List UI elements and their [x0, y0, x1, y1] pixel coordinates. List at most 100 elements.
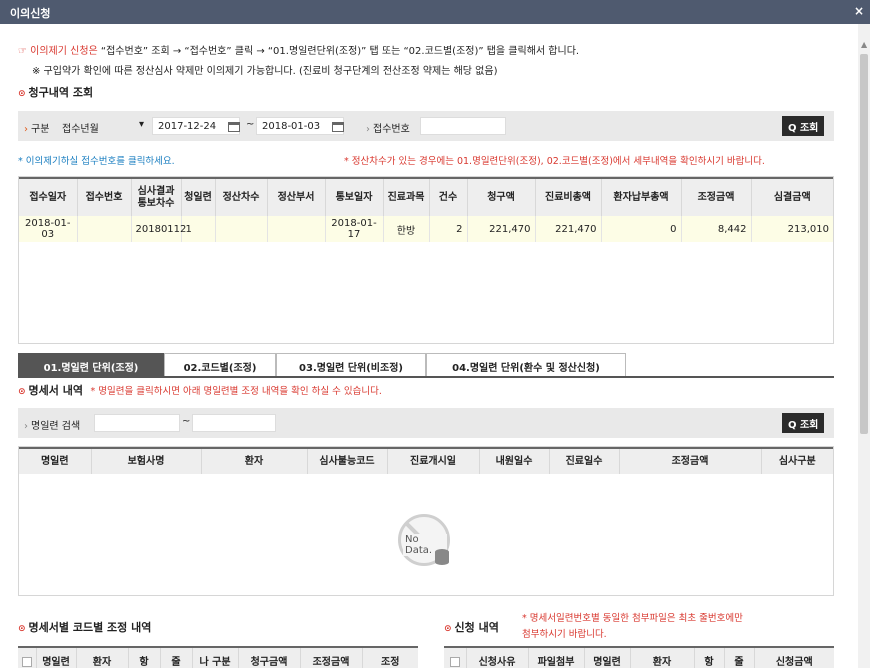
chevron-down-icon: ▾: [138, 119, 144, 130]
col-header[interactable]: 심사불능코드: [307, 447, 388, 474]
window-titlebar: 이의신청 ×: [0, 0, 870, 24]
claim-header-row: 접수일자 접수번호 심사결과 통보차수 청일련 정산차수 정산부서 통보일자 진…: [19, 177, 833, 216]
col-header[interactable]: 심결금액: [751, 177, 833, 216]
col-header[interactable]: 조정금액: [300, 646, 363, 668]
cell-receipt-date[interactable]: 2018-01-03: [19, 216, 78, 242]
date-from-input[interactable]: 2017-12-24: [152, 117, 240, 135]
col-header[interactable]: 건수: [429, 177, 468, 216]
col-header[interactable]: 접수일자: [19, 177, 78, 216]
vertical-scrollbar[interactable]: ▲: [858, 24, 870, 668]
tab-statement-refund[interactable]: 04.명일련 단위(환수 및 정산신청): [426, 353, 626, 376]
receipt-label: › 접수번호: [366, 124, 410, 135]
claim-search-bar: › 구분 접수년월 ▾ 2017-12-24 ~ 2018-01-03 › 접수번호…: [18, 111, 834, 141]
calendar-icon[interactable]: [332, 122, 344, 132]
serial-from-input[interactable]: [94, 414, 180, 432]
col-header[interactable]: 진료일수: [549, 447, 620, 474]
cell-patient-paid: 0: [601, 216, 682, 242]
receipt-number-input[interactable]: [420, 117, 506, 135]
serial-range-tilde: ~: [182, 416, 191, 427]
col-header[interactable]: 명일련: [584, 646, 631, 668]
apply-table: 신청사유 파일첨부 명일련 환자 항 줄 신청금액: [444, 646, 834, 668]
claim-search-button[interactable]: Q 조회: [782, 116, 825, 136]
type-label: › 구분: [24, 124, 50, 135]
select-all-checkbox[interactable]: [18, 646, 37, 668]
close-icon[interactable]: ×: [854, 4, 864, 18]
col-header[interactable]: 환자: [76, 646, 129, 668]
apply-section-label: 신청 내역: [454, 621, 499, 634]
col-header[interactable]: 신청사유: [466, 646, 529, 668]
notice-line: ☞ 이의제기 신청은 “접수번호” 조회 → “접수번호” 클릭 → “01.명…: [18, 42, 579, 57]
code-adjust-table: 명일련 환자 항 줄 나 구분 청구금액 조정금액 조정: [18, 646, 418, 668]
statement-search-bar: › 명일련 검색 ~ Q 조회: [18, 408, 834, 438]
tab-code-adjusted[interactable]: 02.코드별(조정): [164, 353, 276, 376]
type-select[interactable]: 접수년월 ▾: [58, 117, 148, 135]
col-header[interactable]: 나 구분: [192, 646, 239, 668]
col-header[interactable]: 환자납부총액: [601, 177, 682, 216]
apply-header-row: 신청사유 파일첨부 명일련 환자 항 줄 신청금액: [444, 646, 834, 668]
col-header[interactable]: 환자: [201, 447, 308, 474]
col-header[interactable]: 명일련: [19, 447, 92, 474]
info-click-receipt: * 이의제기하실 접수번호를 클릭하세요.: [18, 156, 175, 167]
cell-total-cost: 221,470: [535, 216, 602, 242]
col-header[interactable]: 명일련: [36, 646, 77, 668]
col-header[interactable]: 청일련: [181, 177, 216, 216]
cell-claim-amount: 221,470: [467, 216, 536, 242]
col-header[interactable]: 보험사명: [91, 447, 202, 474]
col-header[interactable]: 조정금액: [681, 177, 752, 216]
cell-receipt-no[interactable]: [77, 216, 132, 242]
date-to-input[interactable]: 2018-01-03: [256, 117, 344, 135]
col-header[interactable]: 항: [128, 646, 161, 668]
apply-note-line1: * 명세서일련번호별 동일한 첨부파일은 최초 줄번호에만: [522, 613, 743, 624]
cell-notice-date: 2018-01-17: [325, 216, 384, 242]
col-header[interactable]: 정산부서: [267, 177, 326, 216]
scroll-up-icon[interactable]: ▲: [861, 40, 867, 49]
col-header[interactable]: 항: [694, 646, 725, 668]
col-header[interactable]: 접수번호: [77, 177, 132, 216]
statement-grid: 명일련 보험사명 환자 심사불능코드 진료개시일 내원일수 진료일수 조정금액 …: [19, 447, 833, 474]
col-header[interactable]: 정산차수: [215, 177, 268, 216]
serial-search-label: › 명일련 검색: [24, 421, 81, 432]
statement-section-title: ⊙ 명세서 내역 * 명일련을 클릭하시면 아래 명일련별 조정 내역을 확인 하…: [18, 382, 382, 398]
notice-text: “접수번호” 조회 → “접수번호” 클릭 → “01.명일련단위(조정)” 탭…: [97, 46, 580, 57]
tab-statement-adjusted[interactable]: 01.명일련 단위(조정): [18, 353, 164, 376]
cell-decision-amount: 213,010: [751, 216, 833, 242]
select-all-checkbox[interactable]: [444, 646, 467, 668]
col-header[interactable]: 환자: [630, 646, 695, 668]
col-header[interactable]: 진료과목: [383, 177, 430, 216]
type-select-value: 접수년월: [62, 124, 99, 135]
section-bullet-icon: ⊙: [18, 89, 26, 99]
serial-to-input[interactable]: [192, 414, 276, 432]
window-title: 이의신청: [10, 7, 51, 20]
section-bullet-icon: ⊙: [444, 624, 452, 634]
pointing-hand-icon: ☞: [18, 46, 27, 57]
date-range-tilde: ~: [246, 119, 255, 130]
col-header[interactable]: 심사구분: [761, 447, 833, 474]
col-header[interactable]: 통보일자: [325, 177, 384, 216]
col-header[interactable]: 신청금액: [754, 646, 834, 668]
col-header[interactable]: 진료비총액: [535, 177, 602, 216]
col-header[interactable]: 내원일수: [479, 447, 550, 474]
no-data-placeholder: No Data.: [398, 514, 450, 566]
apply-grid: 신청사유 파일첨부 명일련 환자 항 줄 신청금액: [444, 646, 834, 668]
cell-settle-dept: [267, 216, 326, 242]
col-header[interactable]: 줄: [160, 646, 193, 668]
claim-table: 접수일자 접수번호 심사결과 통보차수 청일련 정산차수 정산부서 통보일자 진…: [18, 176, 834, 344]
cell-count: 2: [429, 216, 468, 242]
col-header[interactable]: 줄: [724, 646, 755, 668]
col-header[interactable]: 심사결과 통보차수: [131, 177, 182, 216]
tab-statement-unadjusted[interactable]: 03.명일련 단위(비조정): [276, 353, 426, 376]
col-header[interactable]: 조정금액: [619, 447, 762, 474]
notice-lead: 이의제기 신청은: [30, 46, 98, 57]
table-row[interactable]: 2018-01-03 20180112 1 2018-01-17 한방 2 22…: [19, 216, 833, 242]
col-header[interactable]: 진료개시일: [387, 447, 480, 474]
scrollbar-thumb[interactable]: [860, 54, 868, 434]
code-adjust-header-row: 명일련 환자 항 줄 나 구분 청구금액 조정금액 조정: [18, 646, 418, 668]
statement-search-button[interactable]: Q 조회: [782, 413, 825, 433]
col-header[interactable]: 청구금액: [238, 646, 301, 668]
col-header[interactable]: 조정: [362, 646, 418, 668]
col-header[interactable]: 파일첨부: [528, 646, 585, 668]
statement-section-label: 명세서 내역: [28, 384, 83, 397]
col-header[interactable]: 청구액: [467, 177, 536, 216]
info-settlement: * 정산차수가 있는 경우에는 01.명일련단위(조정), 02.코드별(조정)…: [344, 156, 765, 167]
calendar-icon[interactable]: [228, 122, 240, 132]
